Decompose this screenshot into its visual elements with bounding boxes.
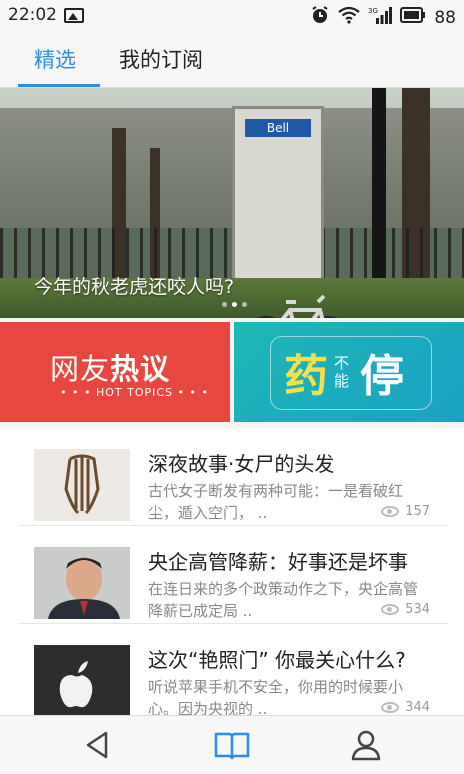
- tab-bar: 精选 我的订阅: [0, 32, 464, 88]
- bicycle-illustration: [256, 294, 338, 318]
- eye-icon: [381, 702, 400, 713]
- status-time: 22:02: [8, 5, 57, 25]
- phone-booth: Bell: [232, 106, 324, 296]
- hot-title-bold: 热议: [110, 352, 171, 386]
- drug-small-text: 不能: [334, 354, 350, 390]
- article-thumbnail-hair: [34, 449, 130, 521]
- drug-char-yao: 药: [284, 351, 328, 402]
- svg-text:3G: 3G: [368, 7, 378, 15]
- carousel-dot-active[interactable]: [232, 302, 237, 307]
- article-item[interactable]: 深夜故事·女尸的头发 古代女子断发有两种可能：一是看破红尘，遁入空门， .. 1…: [18, 428, 448, 526]
- wifi-icon: [338, 6, 361, 29]
- eye-icon: [381, 506, 400, 517]
- alarm-icon: [310, 5, 330, 30]
- active-tab-indicator: [18, 84, 100, 87]
- article-title: 深夜故事·女尸的头发: [148, 452, 335, 476]
- article-item[interactable]: 这次“艳照门” 你最关心什么? 听说苹果手机不安全，你用的时候要小心。因为央视的…: [18, 624, 448, 722]
- view-count-value: 344: [405, 700, 430, 715]
- banner-caption: 今年的秋老虎还咬人吗?: [34, 276, 235, 298]
- bottom-navigation: [0, 715, 464, 774]
- battery-level: 88: [434, 7, 456, 28]
- carousel-dot[interactable]: [222, 302, 227, 307]
- hot-topics-tile[interactable]: 网友热议 • • • HOT TOPICS • • •: [0, 322, 230, 422]
- dont-stop-medicine-tile[interactable]: 药 不能 停: [234, 322, 464, 422]
- status-bar: 22:02 3G 88: [0, 0, 464, 32]
- view-count: 344: [381, 700, 430, 715]
- tab-my-subscriptions[interactable]: 我的订阅: [119, 44, 203, 74]
- drug-char-ting: 停: [360, 351, 404, 402]
- status-icons: 3G 88: [310, 5, 456, 30]
- article-thumbnail-portrait: [34, 547, 130, 619]
- article-title: 这次“艳照门” 你最关心什么?: [148, 648, 406, 672]
- tab-featured[interactable]: 精选: [34, 44, 76, 74]
- view-count-value: 534: [405, 602, 430, 617]
- article-title: 央企高管降薪：好事还是坏事: [148, 550, 408, 574]
- open-book-icon: [214, 732, 250, 760]
- view-count: 534: [381, 602, 430, 617]
- hot-topics-title: 网友热议: [50, 346, 170, 388]
- carousel-indicator: [222, 302, 247, 307]
- reader-button[interactable]: [212, 726, 252, 764]
- back-triangle-icon: [86, 731, 108, 759]
- hot-topics-subtitle: • • • HOT TOPICS • • •: [60, 386, 209, 399]
- eye-icon: [381, 604, 400, 615]
- article-thumbnail-apple: [34, 645, 130, 717]
- view-count: 157: [381, 504, 430, 519]
- carousel-dot[interactable]: [242, 302, 247, 307]
- hero-banner[interactable]: Bell 今年的秋老虎还咬人吗?: [0, 88, 464, 318]
- image-notification-icon: [64, 8, 84, 23]
- battery-icon: [400, 7, 426, 28]
- view-count-value: 157: [405, 504, 430, 519]
- booth-sign: Bell: [245, 119, 311, 137]
- profile-button[interactable]: [346, 726, 386, 764]
- hot-title-light: 网友: [50, 352, 111, 386]
- person-icon: [351, 730, 381, 761]
- article-list: 深夜故事·女尸的头发 古代女子断发有两种可能：一是看破红尘，遁入空门， .. 1…: [0, 428, 464, 718]
- back-button[interactable]: [78, 726, 118, 764]
- cell-signal-icon: 3G: [368, 6, 393, 29]
- article-item[interactable]: 央企高管降薪：好事还是坏事 在连日来的多个政策动作之下，央企高管降薪已成定局 .…: [18, 526, 448, 624]
